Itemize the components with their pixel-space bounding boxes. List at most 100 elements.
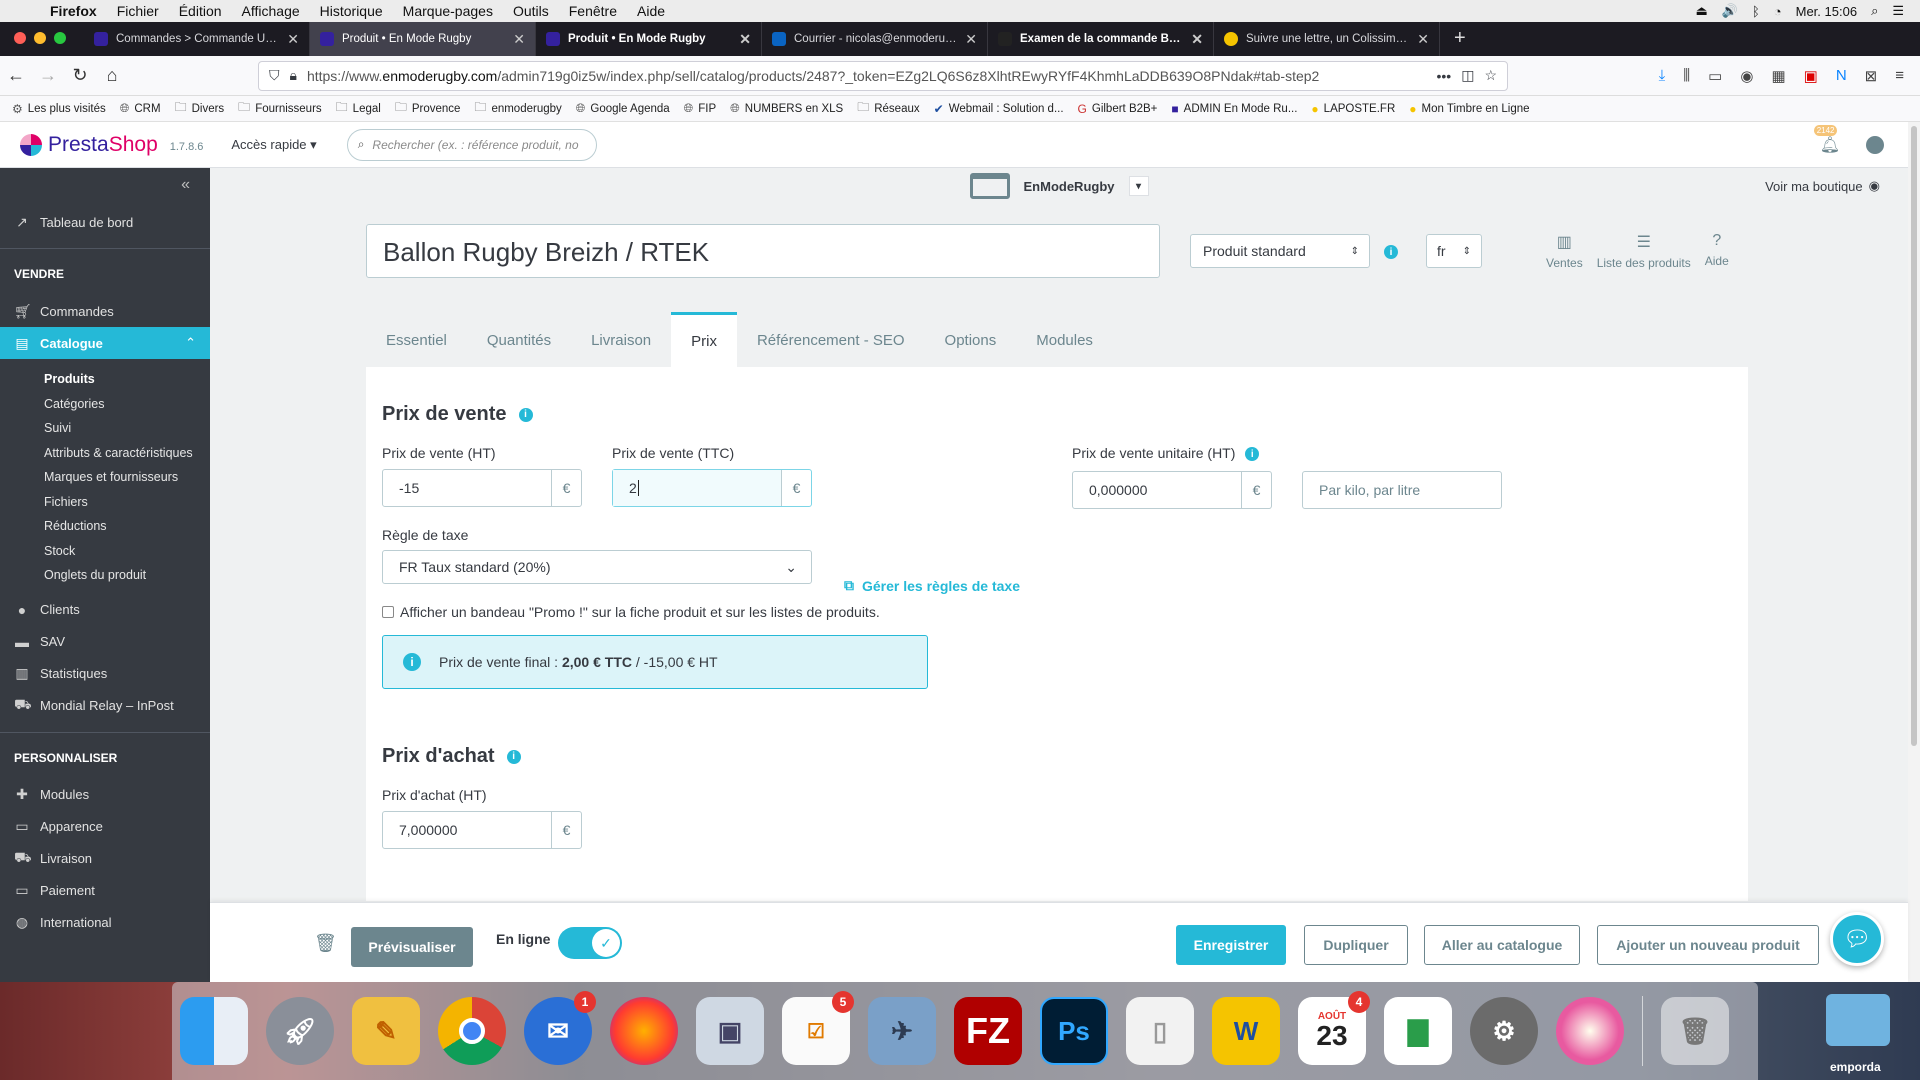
menu-aide[interactable]: Aide — [627, 3, 675, 19]
sidebar-item-sav[interactable]: ▬ SAV — [0, 626, 210, 658]
bookmark-folder[interactable]: 🗀 Réseaux — [857, 98, 919, 119]
desktop-folder-icon[interactable] — [1826, 994, 1890, 1046]
tab-shipping[interactable]: Livraison — [571, 312, 671, 368]
wifi-icon[interactable]: ◔ — [1774, 4, 1782, 19]
purchase-price-input[interactable]: 7,000000 € — [382, 811, 582, 849]
product-type-select[interactable]: Produit standard ⇕ — [1190, 234, 1370, 268]
bookmark-item[interactable]: ✔ Webmail : Solution d... — [934, 102, 1064, 116]
browser-tab[interactable]: Examen de la commande B2B+ ✕ — [988, 22, 1214, 56]
sidebar-item-stats[interactable]: ▥ Statistiques — [0, 658, 210, 690]
menu-outils[interactable]: Outils — [503, 3, 559, 19]
bookmark-item[interactable]: G Gilbert B2B+ — [1078, 102, 1158, 116]
sales-button[interactable]: ▥ Ventes — [1546, 232, 1583, 270]
shield-icon[interactable]: ⛉ — [269, 67, 280, 84]
bookmark-item[interactable]: ● LAPOSTE.FR — [1311, 102, 1395, 116]
sidebar-subitem-products[interactable]: Produits — [0, 367, 210, 392]
tab-pricing[interactable]: Prix — [671, 312, 737, 368]
menu-fichier[interactable]: Fichier — [107, 3, 169, 19]
quick-access-menu[interactable]: Accès rapide ▾ — [231, 137, 316, 153]
unit-price-input[interactable]: 0,000000 € — [1072, 471, 1272, 509]
thunderbird-icon[interactable]: ✉ 1 — [524, 991, 596, 1065]
pages-icon[interactable]: ✎ — [352, 997, 420, 1065]
sidebar-toggle-icon[interactable]: ▭ — [1708, 67, 1722, 85]
checkbox-box[interactable] — [382, 606, 394, 618]
downloads-icon[interactable]: ⤓ — [1659, 67, 1666, 85]
mail-eagle-icon[interactable]: ✈ — [868, 997, 936, 1065]
chat-bubble-icon[interactable]: 💬︎ — [1830, 912, 1884, 966]
home-icon[interactable]: ⌂ — [96, 65, 128, 86]
sidebar-item-mondial-relay[interactable]: ⛟ Mondial Relay – InPost — [0, 690, 210, 722]
preview-button[interactable]: Prévisualiser — [351, 927, 473, 967]
library-icon[interactable]: ⫼ — [1683, 67, 1690, 85]
close-tab-icon[interactable]: ✕ — [287, 31, 299, 48]
sidebar-subitem-monitoring[interactable]: Suivi — [0, 416, 210, 441]
sidebar-subitem-categories[interactable]: Catégories — [0, 392, 210, 417]
url-text[interactable]: https://www.enmoderugby.com/admin719g0iz… — [307, 68, 1427, 84]
minimize-window-icon[interactable] — [34, 32, 46, 44]
menubar-clock[interactable]: Mer. 15:06 — [1796, 4, 1857, 19]
extension-grid-icon[interactable]: ⊠ — [1865, 67, 1878, 85]
tax-rule-select[interactable]: FR Taux standard (20%) ⌄ — [382, 550, 812, 584]
browser-tab[interactable]: Produit • En Mode Rugby ✕ — [536, 22, 762, 56]
sidebar-item-orders[interactable]: 🛒︎ Commandes — [0, 295, 210, 327]
sidebar-item-appearance[interactable]: ▭ Apparence — [0, 811, 210, 843]
go-to-catalog-button[interactable]: Aller au catalogue — [1424, 925, 1580, 965]
numbers-icon[interactable]: ▇ — [1384, 997, 1452, 1065]
notifications-bell-icon[interactable]: 🔔︎ 2142 — [1813, 124, 1840, 155]
browser-tab-active[interactable]: Produit • En Mode Rugby ✕ — [310, 22, 536, 56]
sidebar-item-international[interactable]: ◍ International — [0, 907, 210, 939]
sidebar-subitem-stock[interactable]: Stock — [0, 539, 210, 564]
collapse-sidebar-icon[interactable]: « — [181, 176, 190, 194]
menu-app[interactable]: Firefox — [40, 3, 107, 19]
trash-can-icon[interactable]: 🗑︎ — [1661, 997, 1729, 1065]
bookmark-item[interactable]: 🌐︎ NUMBERS en XLS — [730, 101, 843, 116]
bookmark-folder[interactable]: 🗀 Divers — [175, 98, 225, 119]
browser-tab[interactable]: Commandes > Commande UFJJ ✕ — [84, 22, 310, 56]
reminders-icon[interactable]: ☑ 5 — [782, 991, 854, 1065]
price-ht-value[interactable]: -15 — [383, 470, 551, 506]
hamburger-menu-icon[interactable]: ≡ — [1895, 67, 1904, 85]
tab-modules[interactable]: Modules — [1016, 312, 1113, 368]
bookmark-item[interactable]: 🌐︎ Google Agenda — [576, 101, 670, 116]
close-window-icon[interactable] — [14, 32, 26, 44]
extension-icon[interactable]: ▦ — [1771, 67, 1785, 85]
close-tab-icon[interactable]: ✕ — [1191, 31, 1203, 48]
info-icon[interactable]: i — [518, 407, 533, 422]
menu-fenetre[interactable]: Fenêtre — [559, 3, 627, 19]
view-shop-link[interactable]: Voir ma boutique ◉ — [1765, 178, 1880, 194]
forward-arrow-icon[interactable]: → — [32, 65, 64, 86]
help-button[interactable]: ? Aide — [1705, 232, 1729, 270]
bookmark-star-icon[interactable]: ☆ — [1484, 67, 1497, 84]
photoshop-icon[interactable]: Ps — [1040, 997, 1108, 1065]
control-center-icon[interactable]: ☰ — [1892, 3, 1904, 19]
url-bar[interactable]: ⛉ 🔒︎ https://www.enmoderugby.com/admin71… — [258, 60, 1508, 91]
flower-app-icon[interactable] — [1556, 997, 1624, 1065]
browser-tab[interactable]: Courrier - nicolas@enmoderugby ✕ — [762, 22, 988, 56]
unit-input[interactable]: Par kilo, par litre — [1302, 471, 1502, 509]
trash-icon[interactable]: 🗑︎ — [314, 933, 337, 954]
unit-price-value[interactable]: 0,000000 — [1073, 472, 1241, 508]
close-tab-icon[interactable]: ✕ — [1417, 31, 1429, 48]
sidebar-item-dashboard[interactable]: ↗ Tableau de bord — [0, 206, 210, 238]
bookmark-folder[interactable]: 🗀 Provence — [395, 98, 461, 119]
lock-icon[interactable]: 🔒︎ — [290, 67, 297, 84]
spotlight-icon[interactable]: ⌕ — [1871, 3, 1878, 19]
sidebar-subitem-attributes[interactable]: Attributs & caractéristiques — [0, 441, 210, 466]
tab-quantities[interactable]: Quantités — [467, 312, 571, 368]
system-preferences-gear-icon[interactable]: ⚙ — [1470, 997, 1538, 1065]
menu-historique[interactable]: Historique — [310, 3, 393, 19]
tab-options[interactable]: Options — [925, 312, 1017, 368]
close-tab-icon[interactable]: ✕ — [965, 31, 977, 48]
online-toggle[interactable]: ✓ — [558, 927, 622, 959]
sidebar-item-clients[interactable]: ● Clients — [0, 594, 210, 626]
shop-selector[interactable]: EnModeRugby ▾ — [969, 173, 1149, 199]
bookmark-item[interactable]: ● Mon Timbre en Ligne — [1409, 102, 1529, 116]
bookmark-folder[interactable]: 🗀 Legal — [336, 98, 381, 119]
bluetooth-icon[interactable]: ᛒ — [1752, 4, 1760, 19]
firefox-icon[interactable] — [610, 997, 678, 1065]
page-actions-icon[interactable]: ••• — [1436, 68, 1451, 84]
prestashop-logo[interactable]: PrestaShop 1.7.8.6 — [0, 133, 203, 157]
bookmark-item[interactable]: ⚙ Les plus visités — [12, 102, 106, 116]
new-tab-icon[interactable]: + — [1440, 27, 1480, 56]
bookmark-item[interactable]: 🌐︎ CRM — [120, 101, 161, 116]
